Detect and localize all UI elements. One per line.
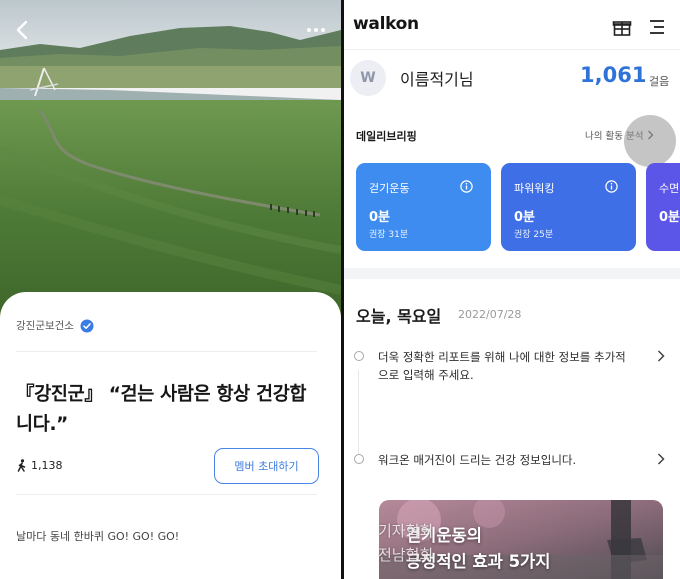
walker-count: 1,138	[31, 459, 63, 472]
metric-card-sleep[interactable]: 수면 0분	[646, 163, 680, 251]
info-icon[interactable]	[605, 180, 618, 193]
gift-icon[interactable]	[612, 17, 632, 37]
more-dots-icon[interactable]	[303, 17, 329, 43]
app-logo: walkon	[353, 14, 419, 34]
invite-member-button[interactable]: 멤버 초대하기	[214, 448, 319, 484]
chevron-right-icon	[657, 350, 665, 362]
metric-label: 수면	[659, 182, 680, 195]
organization-name: 강진군보건소	[16, 320, 74, 332]
user-name: 이름적기님	[400, 70, 474, 89]
metric-goal: 권장 31분	[369, 230, 409, 240]
feed-item-text: 더욱 정확한 리포트를 위해 나에 대한 정보를 추가적으로 입력해 주세요.	[378, 350, 626, 382]
left-screen: 강진군보건소 『강진군』 “걷는 사람은 항상 건강합니다.” 1,138 멤버…	[0, 0, 341, 579]
organization-row[interactable]: 강진군보건소	[16, 318, 94, 333]
daily-briefing-label: 데일리브리핑	[356, 130, 417, 143]
post-title: 『강진군』 “걷는 사람은 항상 건강합니다.”	[16, 384, 307, 435]
metric-goal: 권장 25분	[514, 230, 554, 240]
today-title: 오늘, 목요일	[356, 307, 442, 326]
metric-label: 파워워킹	[514, 182, 555, 195]
timeline-dot	[354, 454, 364, 464]
metric-value: 0분	[369, 210, 391, 225]
feed-item-text: 워크온 매거진이 드리는 건강 정보입니다.	[378, 453, 577, 467]
verified-badge-icon	[80, 319, 94, 332]
metric-label: 걷기운동	[369, 182, 410, 195]
walking-person-icon	[17, 459, 26, 472]
chevron-left-icon[interactable]	[10, 17, 36, 43]
divider	[16, 494, 317, 495]
menu-icon[interactable]	[647, 17, 667, 37]
metric-card-power-walking[interactable]: 파워워킹 0분 권장 25분	[501, 163, 636, 251]
post-card: 강진군보건소 『강진군』 “걷는 사람은 항상 건강합니다.” 1,138 멤버…	[0, 292, 341, 579]
watermark-line: 기자협회	[378, 522, 434, 540]
walker-count-row: 1,138	[16, 459, 63, 472]
timeline-dot	[354, 351, 364, 361]
chevron-right-icon	[657, 453, 665, 465]
watermark-text: 기자협회 전남협회	[378, 519, 433, 567]
metric-value: 0분	[659, 210, 680, 225]
section-divider	[344, 268, 680, 279]
post-description: 날마다 동네 한바퀴 GO! GO! GO!	[16, 530, 180, 543]
top-bar: walkon	[344, 0, 680, 50]
right-screen: walkon W 이름적기님 1,061 걸음 데일리브리핑 나의 활동 분석 …	[344, 0, 680, 579]
touch-indicator	[624, 115, 676, 167]
feed-item-profile-info[interactable]: 더욱 정확한 리포트를 위해 나에 대한 정보를 추가적으로 입력해 주세요.	[354, 348, 670, 388]
step-unit: 걸음	[649, 75, 670, 88]
today-date: 2022/07/28	[458, 308, 522, 321]
avatar[interactable]: W	[350, 60, 386, 96]
feed-item-magazine[interactable]: 워크온 매거진이 드리는 건강 정보입니다.	[354, 451, 670, 471]
metric-card-walking[interactable]: 걷기운동 0분 권장 31분	[356, 163, 491, 251]
info-icon[interactable]	[460, 180, 473, 193]
divider	[16, 351, 317, 352]
metric-value: 0분	[514, 210, 536, 225]
step-count: 1,061	[580, 63, 647, 87]
watermark-line: 전남협회	[378, 546, 434, 564]
cover-photo	[0, 0, 341, 330]
